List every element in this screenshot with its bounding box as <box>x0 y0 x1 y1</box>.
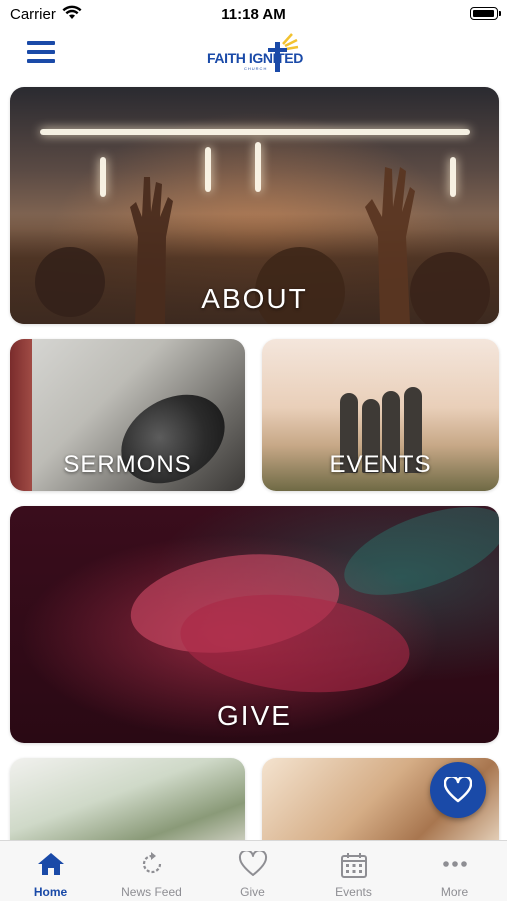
more-dots-icon <box>442 861 467 867</box>
about-label: ABOUT <box>201 283 308 314</box>
tab-label-home: Home <box>33 885 68 899</box>
hand-image <box>333 506 499 613</box>
home-icon <box>37 853 64 875</box>
give-tile[interactable]: GIVE <box>10 506 499 743</box>
heart-icon <box>444 777 472 803</box>
logo-text: FAITH IGNITED <box>207 50 303 66</box>
status-bar: Carrier 11:18 AM <box>0 0 507 30</box>
calendar-icon <box>340 853 367 878</box>
logo-subtext: CHURCH <box>244 66 268 71</box>
tab-home[interactable]: Home <box>0 841 101 901</box>
tab-label-news-feed: News Feed <box>121 885 182 899</box>
heart-icon <box>238 851 267 876</box>
tab-news-feed[interactable]: News Feed <box>101 841 202 901</box>
tab-more[interactable]: More <box>404 841 505 901</box>
tab-label-more: More <box>440 885 469 899</box>
favorite-fab-button[interactable] <box>430 762 486 818</box>
give-label: GIVE <box>217 700 292 731</box>
status-time: 11:18 AM <box>221 6 286 23</box>
events-tile[interactable]: EVENTS <box>262 339 499 491</box>
church-logo: FAITH IGNITED CHURCH <box>200 30 310 74</box>
menu-button[interactable] <box>27 41 55 63</box>
tab-give[interactable]: Give <box>202 841 303 901</box>
sermons-tile[interactable]: SERMONS <box>10 339 245 491</box>
battery-icon <box>470 7 501 20</box>
hamburger-icon-line <box>27 50 55 54</box>
tab-bar: Home News Feed Give Events More <box>0 840 507 901</box>
refresh-icon <box>142 852 161 874</box>
events-label: EVENTS <box>329 451 432 478</box>
sermons-label: SERMONS <box>63 451 192 478</box>
tab-events[interactable]: Events <box>303 841 404 901</box>
about-tile[interactable]: ABOUT <box>10 87 499 324</box>
hamburger-icon-line <box>27 41 55 45</box>
tab-label-give: Give <box>240 885 265 899</box>
tab-label-events: Events <box>335 885 372 899</box>
hamburger-icon-line <box>27 59 55 63</box>
